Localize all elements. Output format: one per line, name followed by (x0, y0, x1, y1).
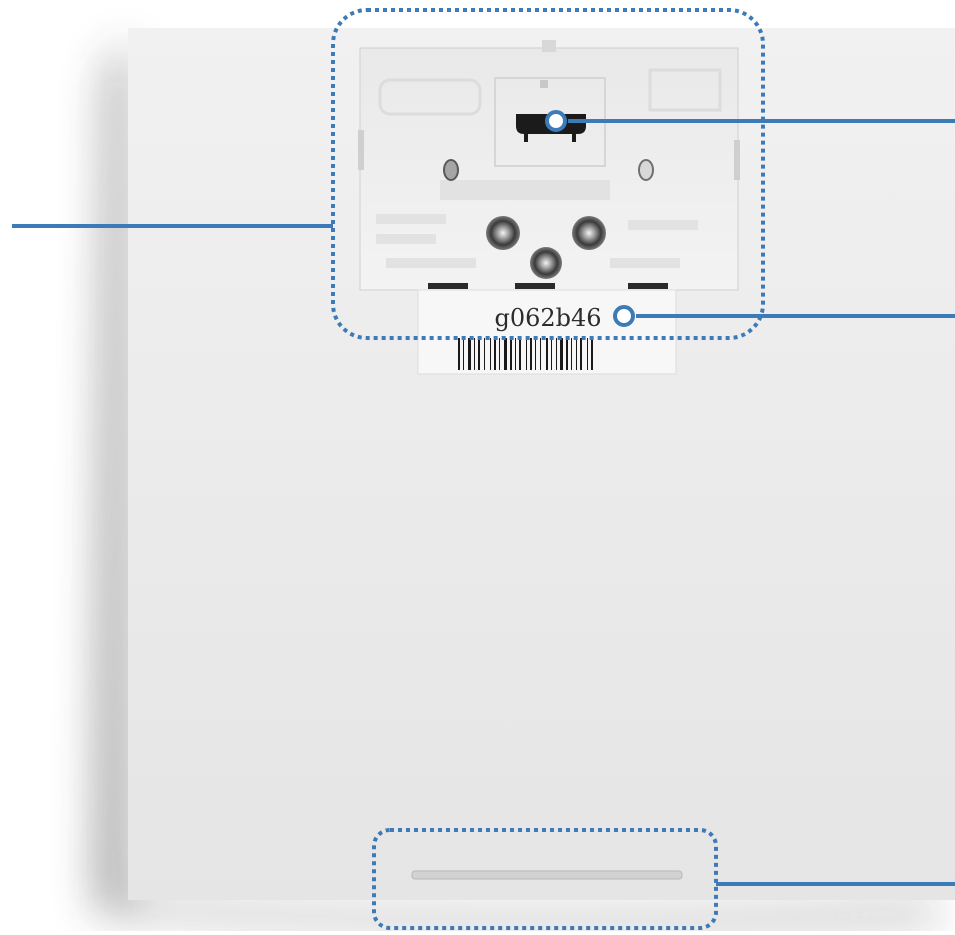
device-diagram: g062b46 (0, 0, 955, 931)
barcode-bar (510, 338, 512, 370)
barcode-bar (484, 338, 485, 370)
barcode-bar (474, 338, 475, 370)
barcode-bar (515, 338, 516, 370)
barcode-bar (526, 338, 527, 370)
barcode-bar (468, 338, 471, 370)
barcode-bar (576, 338, 577, 370)
barcode-bar (571, 338, 572, 370)
barcode-bar (530, 338, 532, 370)
barcode-bar (463, 338, 464, 370)
barcode-bar (587, 338, 588, 370)
serial-dot (613, 305, 635, 327)
usb-dot (545, 110, 567, 132)
barcode-bar (535, 338, 536, 370)
barcode-bar (494, 338, 496, 370)
serial-code-text: g062b46 (494, 304, 601, 332)
barcode-bar (540, 338, 541, 370)
diagram-canvas: g062b46 (12, 8, 955, 930)
barcode-bar (560, 338, 563, 370)
barcode-bar (458, 338, 460, 370)
barcode-bar (519, 338, 521, 370)
barcode-bar (591, 338, 593, 370)
barcode-bar (566, 338, 568, 370)
barcode-bar (490, 338, 491, 370)
barcode-bar (504, 338, 507, 370)
barcode-bar (546, 338, 548, 370)
serial-label: g062b46 (417, 289, 677, 375)
barcode-bar (580, 338, 582, 370)
barcode-bar (551, 338, 552, 370)
barcode-bar (499, 338, 500, 370)
barcode-bar (556, 338, 557, 370)
barcode-bar (478, 338, 480, 370)
bottom-slot (411, 870, 683, 880)
